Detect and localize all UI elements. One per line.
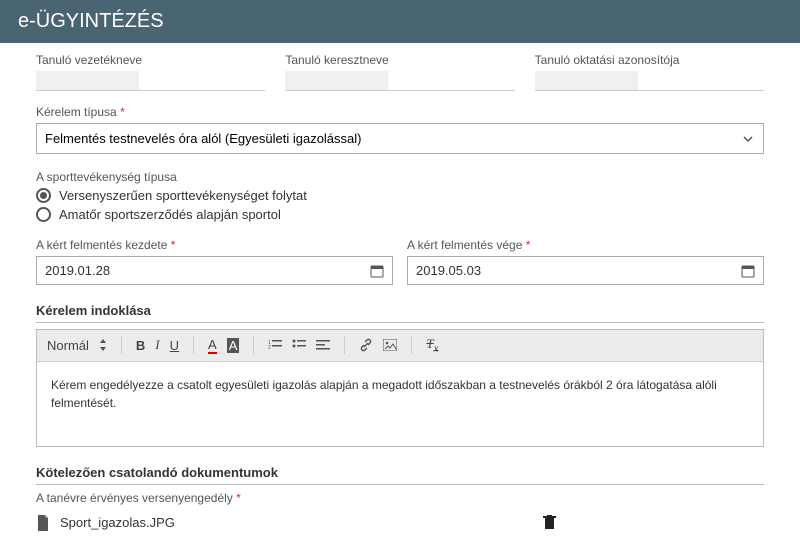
insert-group xyxy=(359,338,397,352)
end-date-input[interactable]: 2019.05.03 xyxy=(407,256,764,285)
attachment-row: Sport_igazolas.JPG xyxy=(36,511,556,535)
toolbar-separator xyxy=(193,336,194,354)
attachment-label: A tanévre érvényes versenyengedély * xyxy=(36,491,764,505)
text-format-group: B I U xyxy=(136,337,179,353)
start-date-value: 2019.01.28 xyxy=(45,263,110,278)
svg-text:2: 2 xyxy=(268,345,271,351)
student-lastname-value xyxy=(36,71,265,91)
file-icon xyxy=(36,515,50,531)
bold-icon[interactable]: B xyxy=(136,338,145,353)
attachment-file[interactable]: Sport_igazolas.JPG xyxy=(36,515,175,531)
request-type-label: Kérelem típusa * xyxy=(36,105,764,119)
reason-heading: Kérelem indoklása xyxy=(36,303,764,323)
text-color-icon[interactable]: A xyxy=(208,337,217,354)
radio-checked-icon xyxy=(36,188,51,203)
sport-type-label: A sporttevékenység típusa xyxy=(36,170,764,184)
align-icon[interactable] xyxy=(316,339,330,351)
paragraph-style-label: Normál xyxy=(47,338,89,353)
italic-icon[interactable]: I xyxy=(155,337,159,353)
sport-type-radio-group: Versenyszerűen sporttevékenységet folyta… xyxy=(36,188,764,222)
underline-icon[interactable]: U xyxy=(170,338,179,353)
form-content: Tanuló vezetékneve Tanuló keresztneve Ta… xyxy=(0,43,800,555)
request-type-select-wrap: Felmentés testnevelés óra alól (Egyesüle… xyxy=(36,123,764,154)
editor-toolbar: Normál B I U A A 12 xyxy=(37,330,763,362)
required-marker: * xyxy=(526,238,531,252)
sport-option-amateur[interactable]: Amatőr sportszerződés alapján sportol xyxy=(36,207,764,222)
sport-option-competitive[interactable]: Versenyszerűen sporttevékenységet folyta… xyxy=(36,188,764,203)
sport-option-amateur-label: Amatőr sportszerződés alapján sportol xyxy=(59,207,281,222)
student-firstname-field: Tanuló keresztneve xyxy=(285,53,514,91)
clear-format-icon[interactable]: Tx xyxy=(426,336,438,355)
calendar-icon xyxy=(370,264,384,278)
link-icon[interactable] xyxy=(359,338,373,352)
student-row: Tanuló vezetékneve Tanuló keresztneve Ta… xyxy=(36,53,764,91)
clear-group: Tx xyxy=(426,336,438,355)
paragraph-style-select[interactable]: Normál xyxy=(47,338,107,353)
student-firstname-value xyxy=(285,71,514,91)
unordered-list-icon[interactable] xyxy=(292,339,306,351)
calendar-icon xyxy=(741,264,755,278)
start-date-input[interactable]: 2019.01.28 xyxy=(36,256,393,285)
list-group: 12 xyxy=(268,339,330,351)
toolbar-separator xyxy=(344,336,345,354)
image-icon[interactable] xyxy=(383,339,397,351)
student-firstname-label: Tanuló keresztneve xyxy=(285,53,514,67)
date-row: A kért felmentés kezdete * 2019.01.28 A … xyxy=(36,238,764,285)
end-date-label: A kért felmentés vége * xyxy=(407,238,764,252)
required-marker: * xyxy=(120,105,125,119)
sport-option-competitive-label: Versenyszerűen sporttevékenységet folyta… xyxy=(59,188,307,203)
attachment-filename: Sport_igazolas.JPG xyxy=(60,515,175,530)
student-id-label: Tanuló oktatási azonosítója xyxy=(535,53,764,67)
color-group: A A xyxy=(208,337,239,354)
app-header: e-ÜGYINTÉZÉS xyxy=(0,0,800,43)
student-lastname-label: Tanuló vezetékneve xyxy=(36,53,265,67)
app-title: e-ÜGYINTÉZÉS xyxy=(18,10,164,32)
student-id-field: Tanuló oktatási azonosítója xyxy=(535,53,764,91)
required-marker: * xyxy=(171,238,176,252)
reason-text: Kérem engedélyezze a csatolt egyesületi … xyxy=(51,378,717,410)
required-marker: * xyxy=(236,491,241,505)
student-id-value xyxy=(535,71,764,91)
start-date-label: A kért felmentés kezdete * xyxy=(36,238,393,252)
toolbar-separator xyxy=(121,336,122,354)
ordered-list-icon[interactable]: 12 xyxy=(268,339,282,351)
editor-textarea[interactable]: Kérem engedélyezze a csatolt egyesületi … xyxy=(37,362,763,446)
end-date-field: A kért felmentés vége * 2019.05.03 xyxy=(407,238,764,285)
student-lastname-field: Tanuló vezetékneve xyxy=(36,53,265,91)
radio-unchecked-icon xyxy=(36,207,51,222)
end-date-value: 2019.05.03 xyxy=(416,263,481,278)
start-date-field: A kért felmentés kezdete * 2019.01.28 xyxy=(36,238,393,285)
sort-icon xyxy=(99,339,107,351)
toolbar-separator xyxy=(411,336,412,354)
rich-text-editor: Normál B I U A A 12 xyxy=(36,329,764,447)
attachments-heading: Kötelezően csatolandó dokumentumok xyxy=(36,465,764,485)
delete-icon[interactable] xyxy=(543,515,556,530)
request-type-select[interactable]: Felmentés testnevelés óra alól (Egyesüle… xyxy=(36,123,764,154)
highlight-icon[interactable]: A xyxy=(227,338,240,353)
toolbar-separator xyxy=(253,336,254,354)
